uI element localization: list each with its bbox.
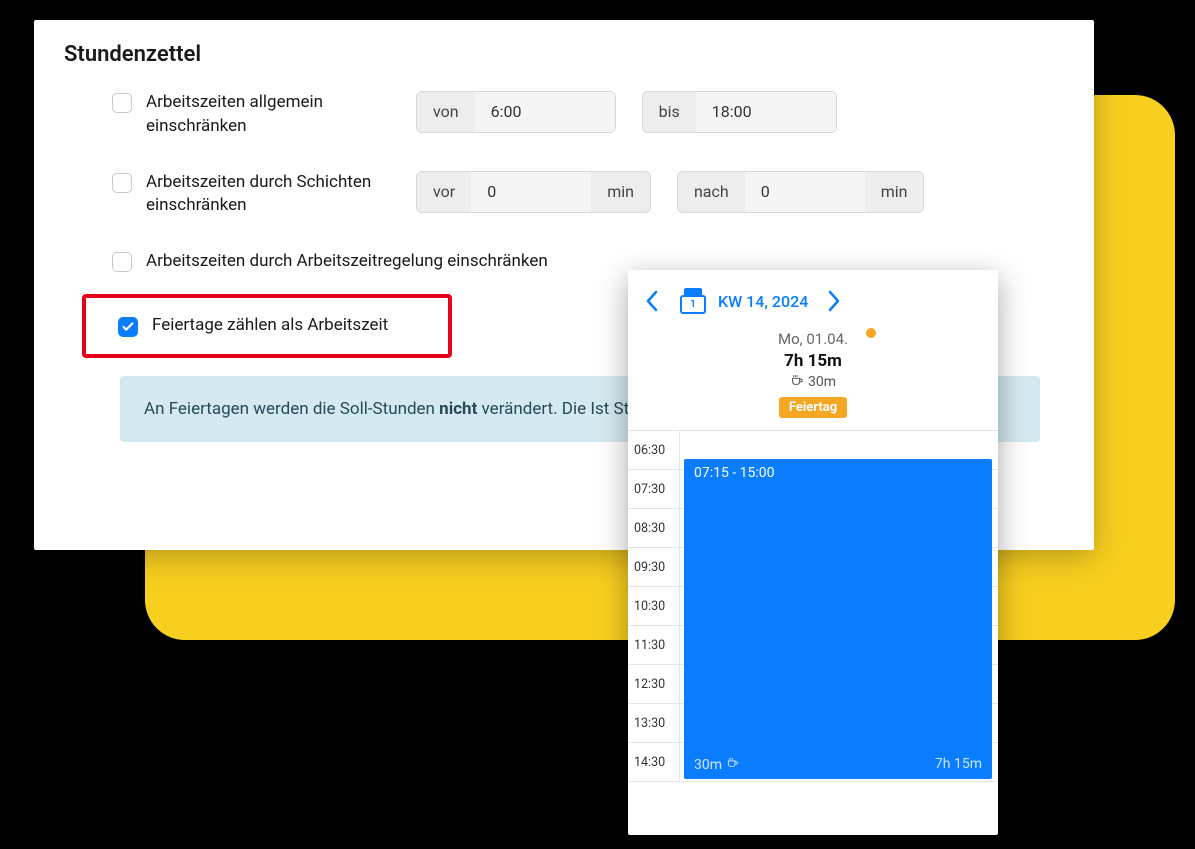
calendar-icon[interactable]: 1 [680, 288, 706, 314]
time-label: 12:30 [628, 665, 680, 703]
row-holidays-highlight: Feiertage zählen als Arbeitszeit [82, 294, 452, 358]
input-to[interactable]: bis 18:00 [642, 91, 837, 133]
time-label: 08:30 [628, 509, 680, 547]
calendar-week-label[interactable]: KW 14, 2024 [718, 292, 808, 311]
day-break: 30m [628, 373, 998, 391]
calendar-icon-day: 1 [680, 295, 706, 314]
event-break-value: 30m [694, 757, 722, 773]
day-date: Mo, 01.04. [628, 330, 998, 348]
checkbox-regulation[interactable] [112, 252, 132, 272]
input-to-label: bis [643, 92, 696, 132]
status-dot-icon [866, 328, 876, 338]
next-week-button[interactable] [816, 284, 850, 318]
label-range: Arbeitszeiten allgemein einschränken [146, 91, 416, 139]
input-from-label: von [417, 92, 475, 132]
time-event[interactable]: 07:15 - 15:00 30m 7h 15m [684, 459, 992, 779]
calendar-widget: 1 KW 14, 2024 Mo, 01.04. 7h 15m 30m Feie… [628, 270, 998, 835]
time-label: 14:30 [628, 743, 680, 781]
day-break-value: 30m [808, 374, 836, 390]
timeline: 06:30 07:30 08:30 09:30 10:30 11:30 12:3… [628, 430, 998, 782]
input-before[interactable]: vor 0 min [416, 171, 651, 213]
prev-week-button[interactable] [636, 284, 670, 318]
coffee-cup-icon [726, 756, 739, 773]
coffee-cup-icon [790, 373, 804, 391]
input-to-value[interactable]: 18:00 [696, 92, 836, 132]
day-hours: 7h 15m [628, 351, 998, 371]
holiday-badge: Feiertag [779, 397, 847, 418]
info-pre: An Feiertagen werden die Soll-Stunden [144, 399, 439, 419]
day-header: Mo, 01.04. 7h 15m 30m Feiertag [628, 324, 998, 430]
time-label: 13:30 [628, 704, 680, 742]
event-footer: 30m 7h 15m [694, 756, 982, 773]
checkbox-range[interactable] [112, 93, 132, 113]
time-label: 09:30 [628, 548, 680, 586]
input-before-value[interactable]: 0 [471, 172, 591, 212]
input-after[interactable]: nach 0 min [677, 171, 925, 213]
input-from-value[interactable]: 6:00 [475, 92, 615, 132]
time-label: 07:30 [628, 470, 680, 508]
event-duration: 7h 15m [935, 756, 982, 773]
input-after-label: nach [678, 172, 745, 212]
input-after-value[interactable]: 0 [745, 172, 865, 212]
row-range: Arbeitszeiten allgemein einschränken von… [64, 91, 1064, 139]
time-label: 11:30 [628, 626, 680, 664]
label-holidays: Feiertage zählen als Arbeitszeit [152, 314, 438, 338]
input-before-label: vor [417, 172, 471, 212]
label-shifts: Arbeitszeiten durch Schichten einschränk… [146, 171, 416, 219]
event-range: 07:15 - 15:00 [694, 465, 982, 481]
time-label: 06:30 [628, 431, 680, 469]
row-shifts: Arbeitszeiten durch Schichten einschränk… [64, 171, 1064, 219]
time-label: 10:30 [628, 587, 680, 625]
event-break: 30m [694, 756, 739, 773]
input-after-unit: min [865, 172, 924, 212]
info-bold: nicht [439, 399, 477, 419]
checkbox-holidays[interactable] [118, 317, 138, 337]
input-before-unit: min [591, 172, 650, 212]
checkbox-shifts[interactable] [112, 173, 132, 193]
input-from[interactable]: von 6:00 [416, 91, 616, 133]
panel-title: Stundenzettel [64, 42, 1064, 67]
calendar-header: 1 KW 14, 2024 [628, 270, 998, 324]
